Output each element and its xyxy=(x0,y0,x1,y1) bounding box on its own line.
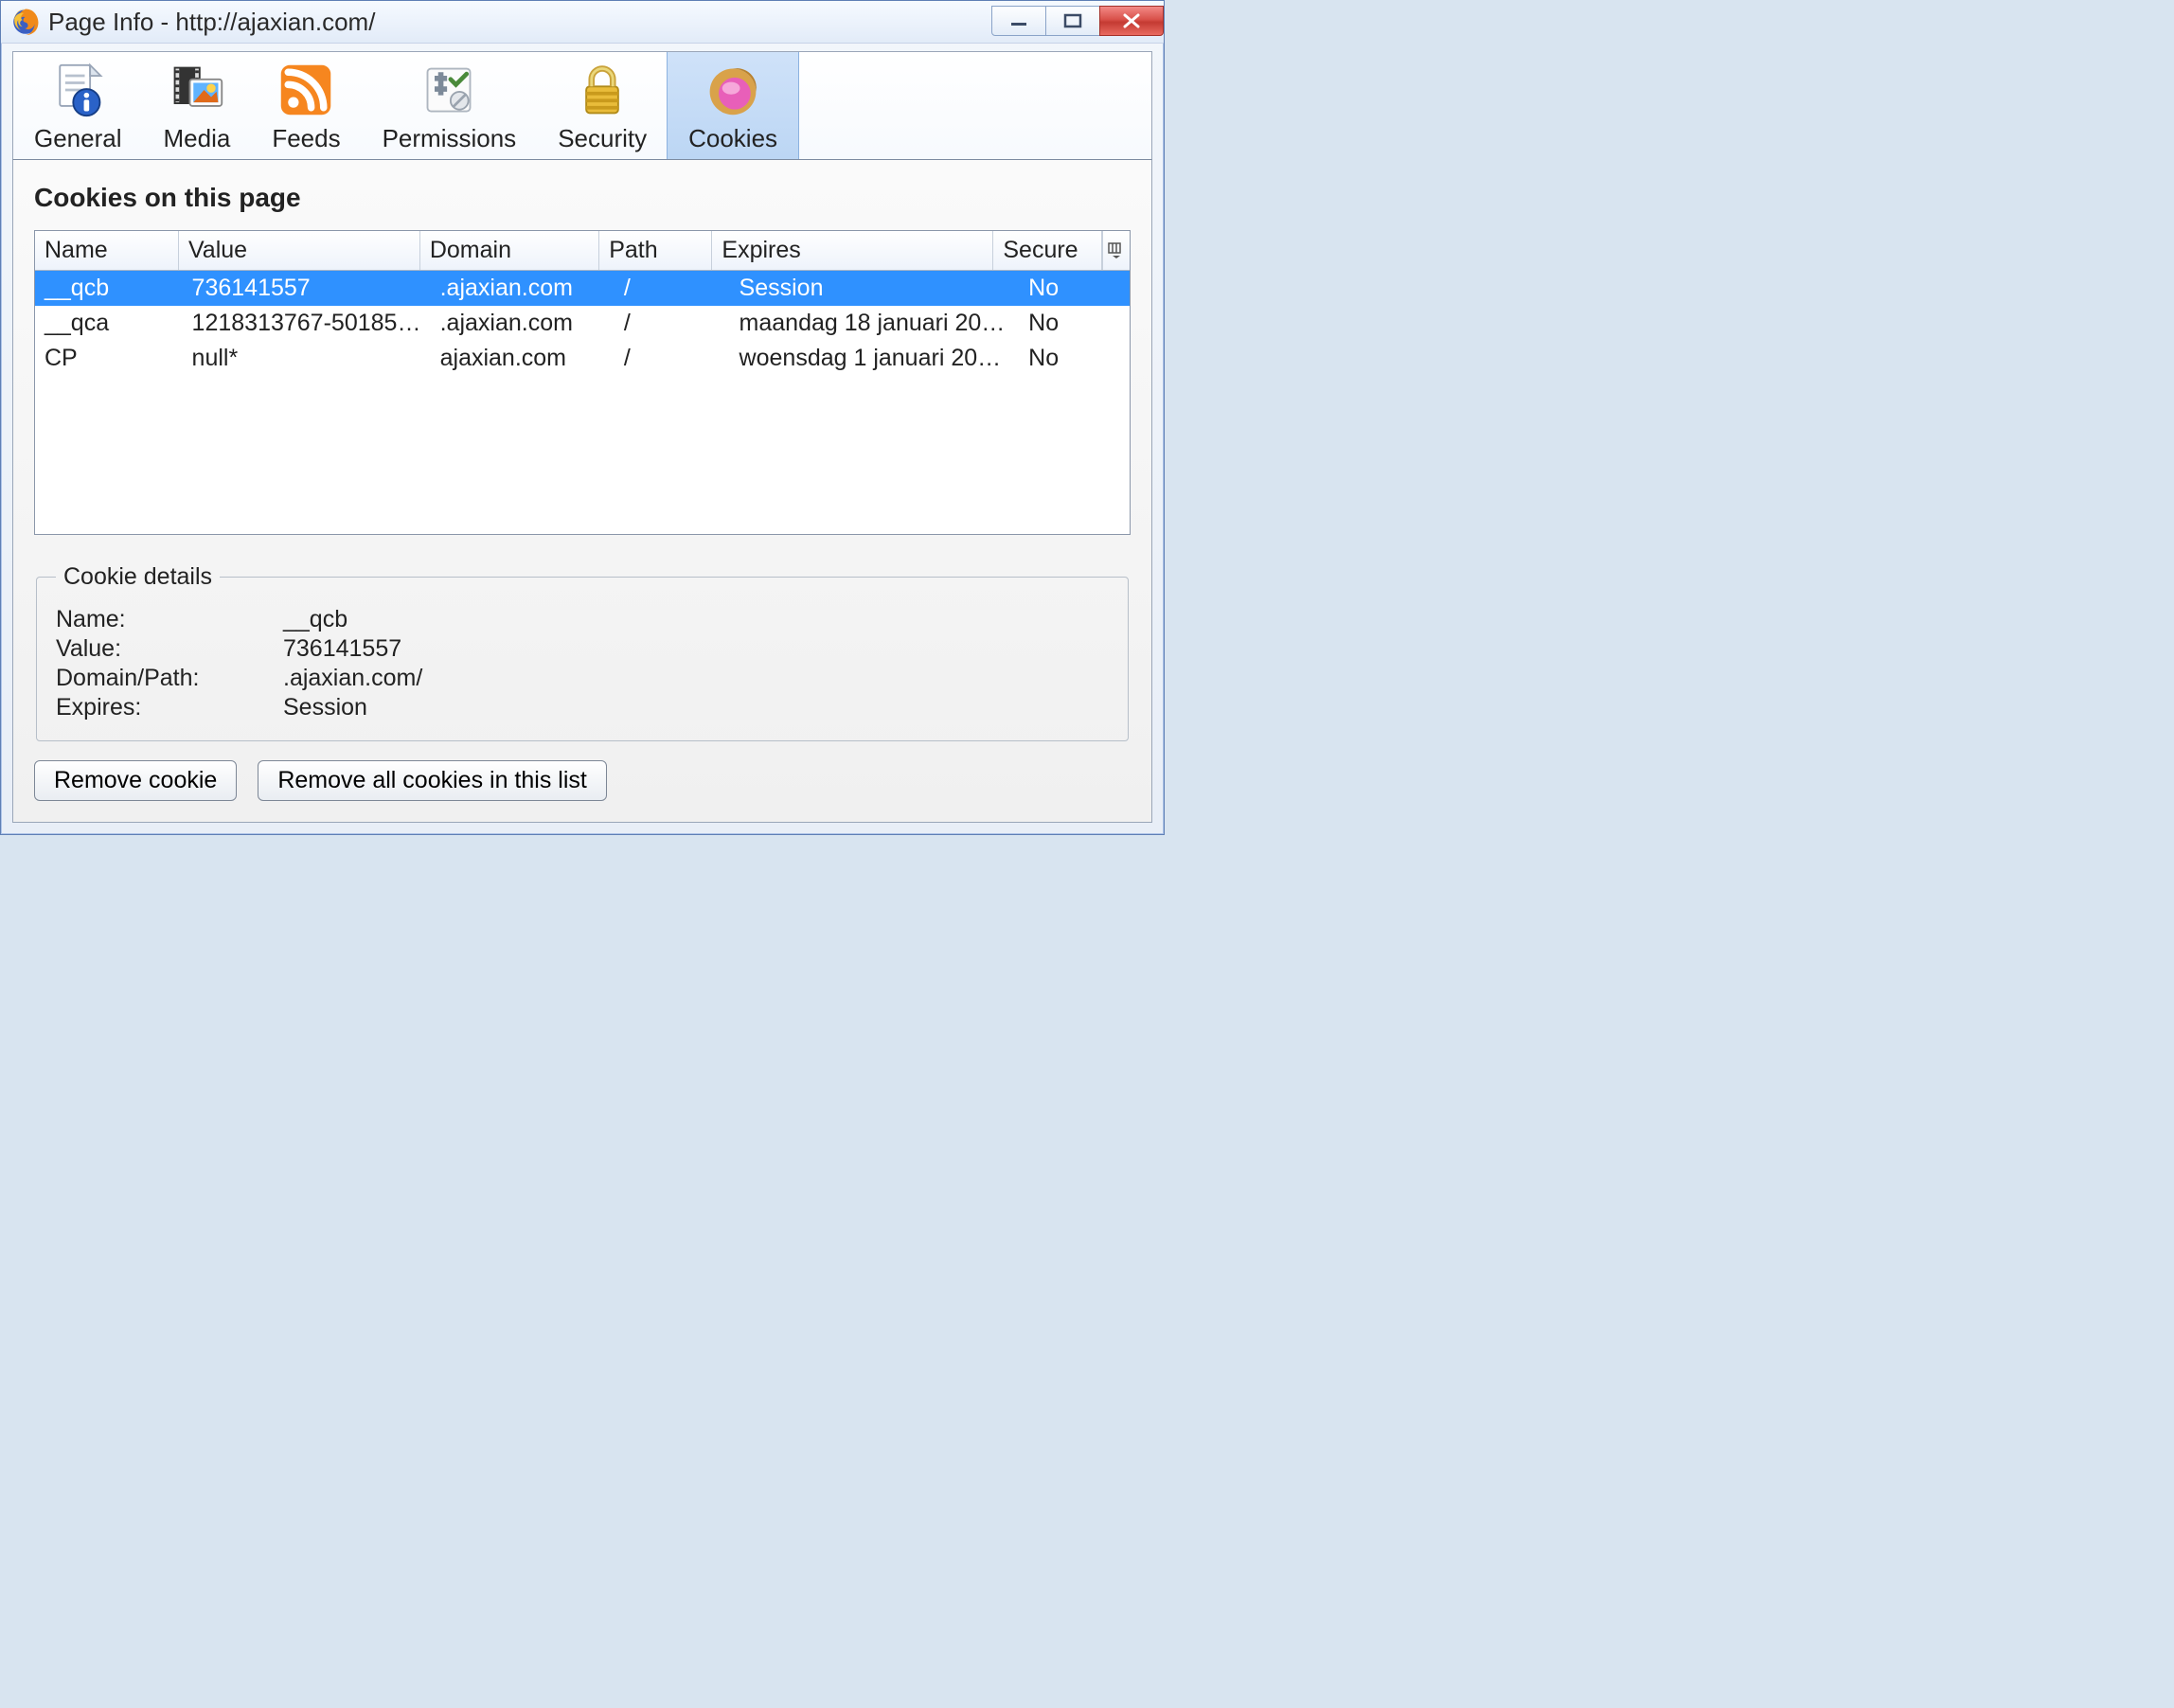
cell-domain: .ajaxian.com xyxy=(431,306,615,341)
tab-media[interactable]: Media xyxy=(143,52,252,159)
cookie-icon xyxy=(704,62,761,118)
tab-label: Security xyxy=(558,124,647,153)
tab-permissions[interactable]: Permissions xyxy=(362,52,538,159)
cell-secure: No xyxy=(1019,306,1130,341)
col-name[interactable]: Name xyxy=(35,231,179,270)
page-info-icon xyxy=(49,62,106,118)
tab-label: General xyxy=(34,124,122,153)
cell-expires: maandag 18 januari 203... xyxy=(730,306,1020,341)
remove-all-cookies-button[interactable]: Remove all cookies in this list xyxy=(258,760,607,801)
section-title: Cookies on this page xyxy=(34,183,1131,213)
remove-cookie-button[interactable]: Remove cookie xyxy=(34,760,237,801)
cell-path: / xyxy=(615,271,730,306)
detail-value-expires: Session xyxy=(283,694,367,721)
detail-value-value: 736141557 xyxy=(283,635,401,663)
tab-feeds[interactable]: Feeds xyxy=(251,52,361,159)
minimize-button[interactable] xyxy=(991,6,1046,36)
tab-label: Feeds xyxy=(272,124,340,153)
cell-secure: No xyxy=(1019,271,1130,306)
window-controls xyxy=(992,7,1164,37)
cell-secure: No xyxy=(1019,341,1130,376)
col-secure[interactable]: Secure xyxy=(993,231,1102,270)
table-row[interactable]: __qca 1218313767-501859... .ajaxian.com … xyxy=(35,306,1130,341)
lock-icon xyxy=(574,62,631,118)
cell-path: / xyxy=(615,306,730,341)
page-info-window: Page Info - http://ajaxian.com/ xyxy=(0,0,1165,835)
tab-general[interactable]: General xyxy=(13,52,143,159)
detail-label-expires: Expires: xyxy=(56,694,283,721)
table-row[interactable]: CP null* ajaxian.com / woensdag 1 januar… xyxy=(35,341,1130,376)
col-domain[interactable]: Domain xyxy=(420,231,599,270)
table-header: Name Value Domain Path Expires Secure xyxy=(35,231,1130,271)
tab-label: Permissions xyxy=(383,124,517,153)
window-title: Page Info - http://ajaxian.com/ xyxy=(48,8,375,37)
tab-label: Media xyxy=(164,124,231,153)
detail-value-domain: .ajaxian.com/ xyxy=(283,665,422,692)
cell-value: 1218313767-501859... xyxy=(183,306,431,341)
button-row: Remove cookie Remove all cookies in this… xyxy=(34,760,1131,801)
cell-path: / xyxy=(615,341,730,376)
cell-name: __qcb xyxy=(35,271,183,306)
cookie-details-group: Cookie details Name: __qcb Value: 736141… xyxy=(36,563,1129,741)
tab-label: Cookies xyxy=(688,124,777,153)
column-picker-icon[interactable] xyxy=(1102,231,1130,270)
detail-label-domain: Domain/Path: xyxy=(56,665,283,692)
maximize-button[interactable] xyxy=(1045,6,1100,36)
cookie-details-legend: Cookie details xyxy=(56,563,220,591)
detail-label-value: Value: xyxy=(56,635,283,663)
cell-expires: Session xyxy=(730,271,1020,306)
detail-label-name: Name: xyxy=(56,606,283,633)
cookies-table: Name Value Domain Path Expires Secure xyxy=(34,230,1131,535)
table-body: __qcb 736141557 .ajaxian.com / Session N… xyxy=(35,271,1130,534)
cell-expires: woensdag 1 januari 202... xyxy=(730,341,1020,376)
col-expires[interactable]: Expires xyxy=(712,231,993,270)
toolbar-tabs: General Media xyxy=(12,51,1152,160)
cookies-panel: Cookies on this page Name Value Domain P… xyxy=(12,160,1152,823)
close-button[interactable] xyxy=(1099,6,1164,36)
tab-cookies[interactable]: Cookies xyxy=(667,52,799,159)
rss-icon xyxy=(277,62,334,118)
col-path[interactable]: Path xyxy=(599,231,712,270)
tab-security[interactable]: Security xyxy=(537,52,668,159)
media-icon xyxy=(169,62,225,118)
detail-value-name: __qcb xyxy=(283,606,347,633)
cell-name: __qca xyxy=(35,306,183,341)
cell-name: CP xyxy=(35,341,183,376)
col-value[interactable]: Value xyxy=(179,231,420,270)
cell-domain: .ajaxian.com xyxy=(431,271,615,306)
titlebar: Page Info - http://ajaxian.com/ xyxy=(1,1,1164,44)
table-row[interactable]: __qcb 736141557 .ajaxian.com / Session N… xyxy=(35,271,1130,306)
cell-value: null* xyxy=(183,341,431,376)
firefox-icon xyxy=(10,7,41,37)
cell-value: 736141557 xyxy=(183,271,431,306)
permissions-icon xyxy=(420,62,477,118)
cell-domain: ajaxian.com xyxy=(431,341,615,376)
